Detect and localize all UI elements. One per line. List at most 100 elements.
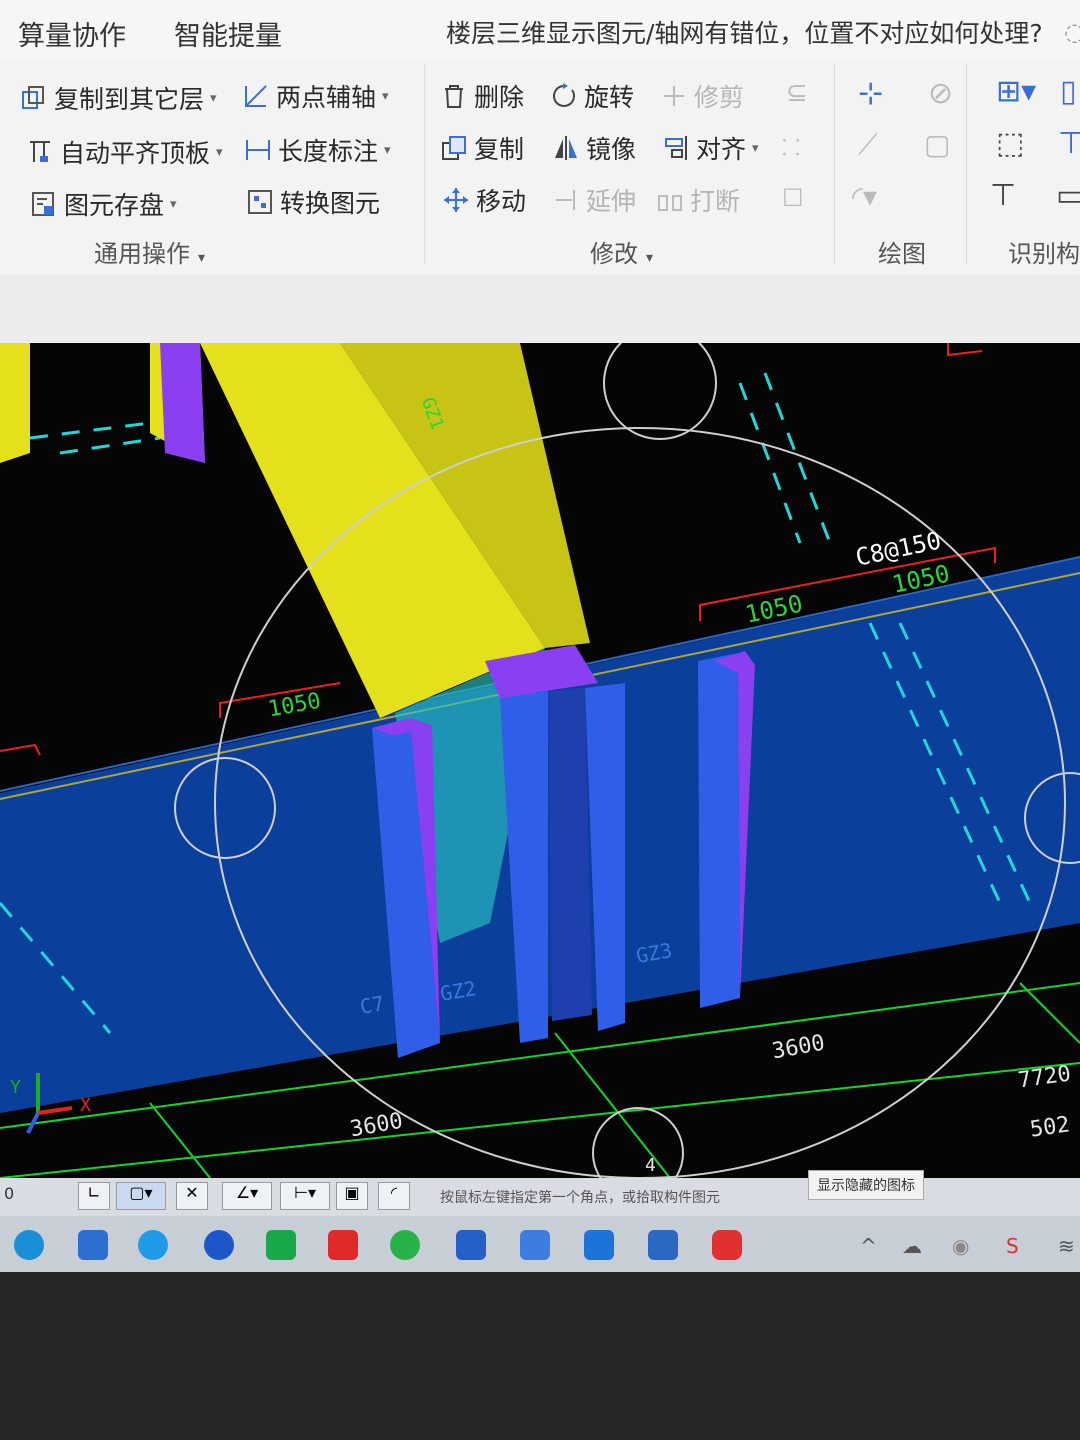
group-separator [966,64,967,264]
copy-icon [440,134,468,162]
ortho-toggle-icon[interactable]: ∟ [78,1182,110,1210]
circle-draw-icon[interactable]: ⊘ [928,76,953,111]
trim-icon [660,82,688,110]
align-icon [662,134,690,162]
tool-icon[interactable] [648,1230,678,1260]
auto-align-slab-button[interactable]: 自动平齐顶板 ▾ [26,134,223,170]
search-icon[interactable]: ◌ [1064,18,1080,46]
point-icon[interactable]: ⊹ [858,76,883,111]
axis-y-label: Y [10,1077,21,1098]
copy-button[interactable]: 复制 [440,130,524,166]
edit-icon[interactable]: ☐ [782,184,804,212]
length-dim-button[interactable]: 长度标注 ▾ [244,132,391,168]
line-draw-icon[interactable]: ⟋ [858,128,878,162]
merge-icon[interactable]: ⸬ [782,132,800,162]
mail-icon[interactable] [266,1230,296,1260]
app-icon[interactable] [204,1230,234,1260]
break-icon [656,186,684,214]
tray-wifi-icon[interactable]: ≋ [1058,1234,1075,1258]
wechat-icon[interactable] [390,1230,420,1260]
status-bar: 0 ∟ ▢▾ ✕ ∠▾ ⊢▾ ▣ ◜ 按鼠标左键指定第一个角点，或拾取构件图元 … [0,1170,1080,1216]
browser-icon[interactable] [138,1230,168,1260]
tooltip: 显示隐藏的图标 [808,1170,924,1200]
group-separator [834,64,835,264]
tray-app-icon[interactable]: ◉ [952,1234,969,1258]
offset-icon[interactable]: ⊆ [786,78,808,108]
offset-toggle-icon[interactable]: ⊢▾ [280,1182,330,1210]
tray-ime-icon[interactable]: S [1006,1234,1019,1258]
mirror-button[interactable]: 镜像 [552,130,636,166]
recognize-extra2-icon[interactable]: ⊤ [1058,126,1080,161]
docs-icon[interactable] [520,1230,550,1260]
netease-icon[interactable] [712,1230,742,1260]
menu-smart-extract[interactable]: 智能提量 [174,14,282,53]
dimension-icon [244,136,272,164]
status-hint: 按鼠标左键指定第一个角点，或拾取构件图元 [440,1190,720,1206]
save-element-button[interactable]: 图元存盘 ▾ [30,186,177,222]
monitor-bezel [0,1272,1080,1440]
convert-element-button[interactable]: 转换图元 [246,184,380,220]
dropdown-arrow-icon: ▾ [198,250,206,266]
pick-column-icon[interactable]: ⊤ [990,178,1016,213]
copy-to-layer-button[interactable]: 复制到其它层 ▾ [20,80,217,116]
wps-icon[interactable] [328,1230,358,1260]
edge-icon[interactable] [14,1230,44,1260]
ribbon: 算量协作 智能提量 楼层三维显示图元/轴网有错位，位置不对应如何处理? ◌ 复制… [0,0,1080,275]
upload-icon[interactable] [584,1230,614,1260]
delete-button[interactable]: 删除 [440,78,524,114]
mirror-icon [552,134,580,162]
arc-draw-icon[interactable]: ◜▾ [852,180,877,213]
recognize-grid-icon[interactable]: ⊞▾ [996,74,1036,109]
glodon-icon[interactable] [456,1230,486,1260]
dropdown-arrow-icon: ▾ [210,90,217,106]
group-separator [424,64,425,264]
panel-gap [0,275,1080,343]
coord-value: 0 [4,1184,15,1203]
two-point-axis-button[interactable]: 两点辅轴 ▾ [242,78,389,114]
move-button[interactable]: 移动 [442,182,526,218]
copy-layer-icon [20,84,48,112]
cad-3d-viewport[interactable]: C8@150 1050 1050 1050 3600 3600 7720 502… [0,343,1080,1178]
help-question-link[interactable]: 楼层三维显示图元/轴网有错位，位置不对应如何处理? [446,14,1043,50]
menu-bar: 算量协作 智能提量 楼层三维显示图元/轴网有错位，位置不对应如何处理? ◌ [0,0,1080,60]
recognize-extra3-icon[interactable]: ▭ [1056,178,1080,213]
pick-element-icon[interactable]: ⬚ [996,126,1024,161]
axis-marker-label: 4 [645,1155,656,1176]
recognize-extra-icon[interactable]: ▯ [1060,74,1077,109]
column-gz1[interactable] [160,343,205,463]
trash-icon [440,82,468,110]
dropdown-arrow-icon: ▾ [646,250,654,266]
viewport-canvas [0,343,1080,1178]
layer-toggle-icon[interactable]: ▣ [336,1182,368,1210]
tray-expand-icon[interactable]: ^ [860,1234,877,1258]
rotate-button[interactable]: 旋转 [550,78,634,114]
axis-icon [242,82,270,110]
dropdown-arrow-icon: ▾ [752,140,759,156]
dropdown-arrow-icon: ▾ [170,196,177,212]
angle-toggle-icon[interactable]: ∠▾ [222,1182,272,1210]
beam-left [0,343,30,463]
store-icon[interactable] [78,1230,108,1260]
dropdown-arrow-icon: ▾ [216,144,223,160]
group-modify-label[interactable]: 修改 ▾ [590,234,653,269]
axis-x-label: X [80,1095,91,1116]
extend-button[interactable]: 延伸 [552,182,636,218]
trim-button[interactable]: 修剪 [660,78,744,114]
menu-collaboration[interactable]: 算量协作 [18,14,126,53]
move-icon [442,186,470,214]
rect-draw-icon[interactable]: ▢ [924,128,950,161]
break-button[interactable]: 打断 [656,182,740,218]
arc-toggle-icon[interactable]: ◜ [378,1182,410,1210]
extend-icon [552,186,580,214]
convert-icon [246,188,274,216]
snap-toggle-icon[interactable]: ▢▾ [116,1182,166,1210]
column-label: C7 [358,991,386,1019]
tray-cloud-icon[interactable]: ☁ [902,1234,922,1258]
align-slab-icon [26,138,54,166]
dropdown-arrow-icon: ▾ [384,142,391,158]
group-draw-label: 绘图 [878,240,926,268]
align-button[interactable]: 对齐 ▾ [662,130,759,166]
dropdown-arrow-icon: ▾ [382,88,389,104]
cross-toggle-icon[interactable]: ✕ [176,1182,208,1210]
group-general-label[interactable]: 通用操作 ▾ [94,234,205,269]
